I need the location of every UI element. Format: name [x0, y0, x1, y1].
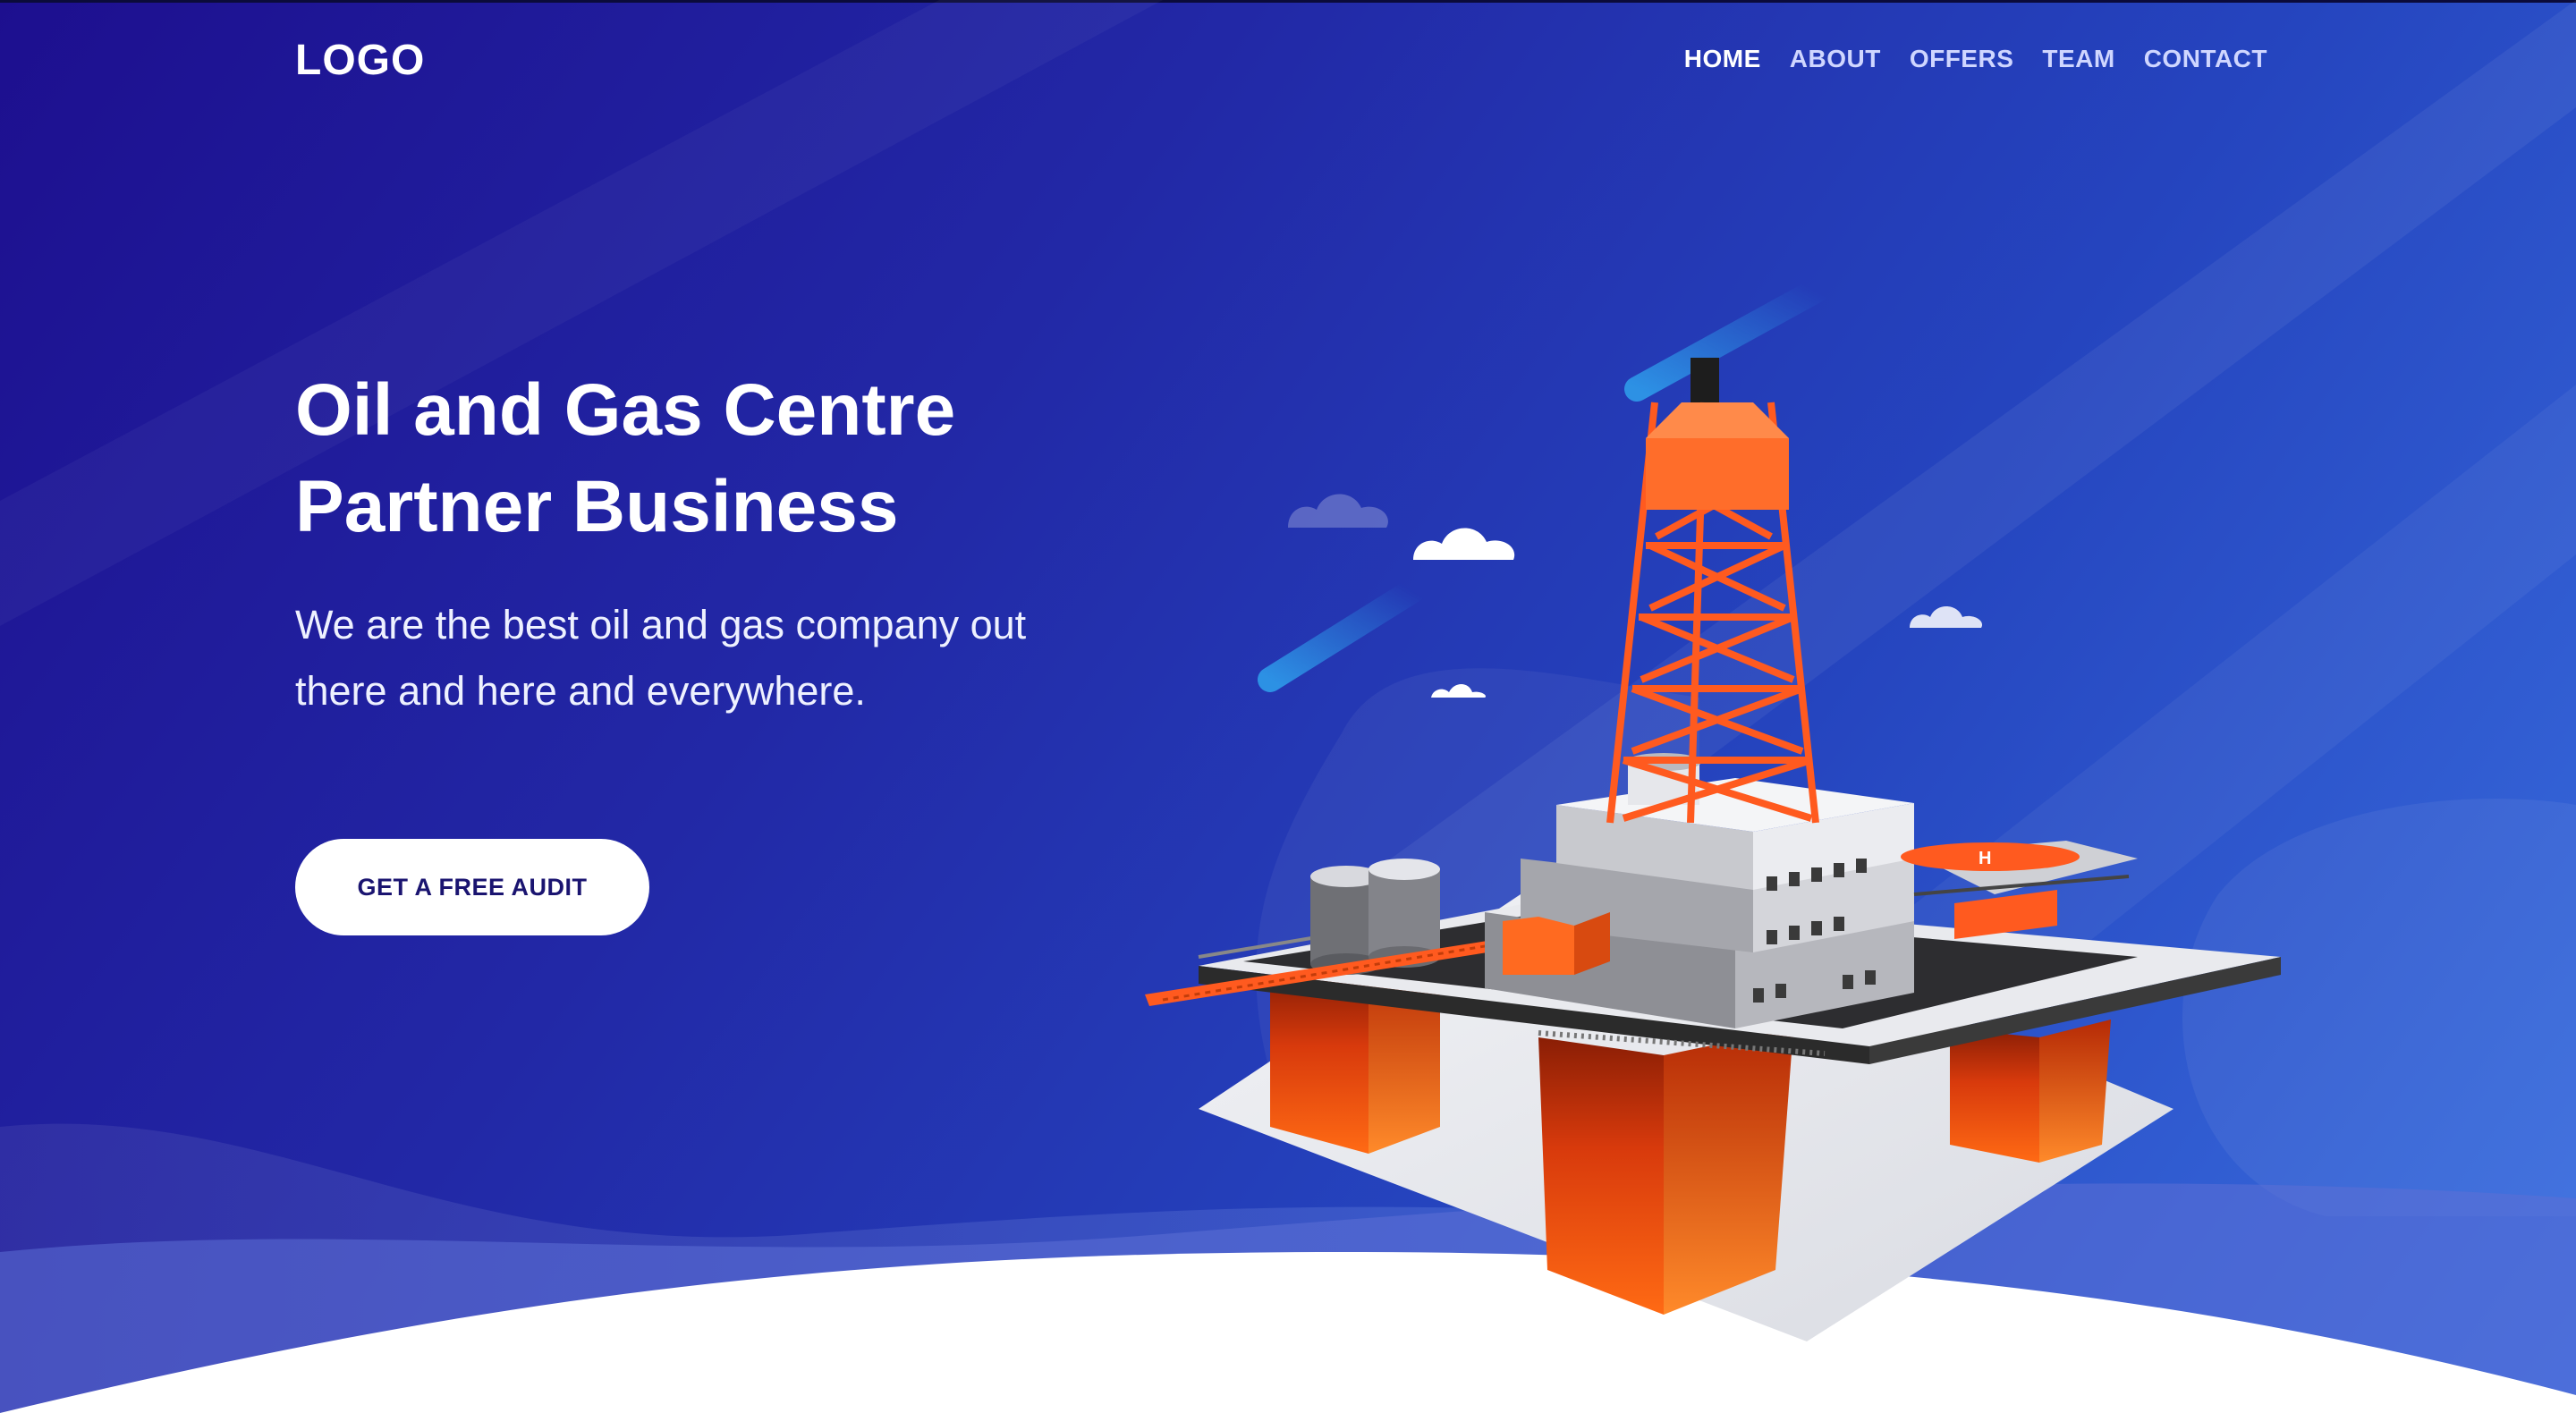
nav-item-offers: OFFERS [1910, 45, 2014, 73]
rig-leg-front [1538, 1028, 1793, 1315]
cloud-icon [1413, 528, 1515, 560]
helipad: H [1901, 841, 2138, 939]
nav-item-about: ABOUT [1790, 45, 1881, 73]
hero-subtext: We are the best oil and gas company out … [295, 592, 1100, 724]
nav-link-about[interactable]: ABOUT [1790, 45, 1881, 72]
oil-rig-illustration: H [1145, 358, 2281, 1341]
helipad-mark: H [1979, 849, 1991, 868]
nav-link-team[interactable]: TEAM [2042, 45, 2114, 72]
nav-item-home: HOME [1684, 45, 1761, 73]
nav-link-contact[interactable]: CONTACT [2144, 45, 2267, 72]
derrick-tower [1606, 358, 1819, 824]
hero-headline: Oil and Gas Centre Partner Business [295, 362, 1100, 555]
subtext-line-2: there and here and everywhere. [295, 668, 866, 714]
get-free-audit-button[interactable]: GET A FREE AUDIT [295, 839, 649, 935]
hero-section: LOGO HOME ABOUT OFFERS TEAM CONTACT Oil … [0, 0, 2576, 1413]
headline-line-1: Oil and Gas Centre [295, 369, 956, 451]
main-nav: HOME ABOUT OFFERS TEAM CONTACT [1684, 45, 2267, 73]
logo[interactable]: LOGO [295, 36, 425, 85]
nav-link-home[interactable]: HOME [1684, 45, 1761, 72]
nav-link-offers[interactable]: OFFERS [1910, 45, 2014, 72]
nav-item-team: TEAM [2042, 45, 2114, 73]
subtext-line-1: We are the best oil and gas company out [295, 602, 1027, 647]
nav-item-contact: CONTACT [2144, 45, 2267, 73]
headline-line-2: Partner Business [295, 466, 899, 547]
